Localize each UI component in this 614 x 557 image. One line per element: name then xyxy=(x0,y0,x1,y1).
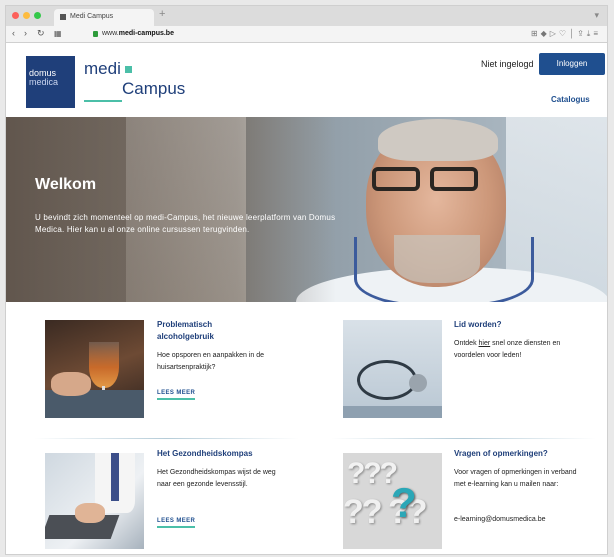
alcohol-desc: Hoe opsporen en aanpakken in de huisarts… xyxy=(157,352,265,371)
reload-icon[interactable]: ↻ xyxy=(37,28,45,39)
alcohol-read-more[interactable]: LEES MEER xyxy=(157,390,196,400)
forward-icon[interactable]: › xyxy=(24,28,27,38)
back-icon[interactable]: ‹ xyxy=(12,28,15,38)
glasses-right xyxy=(430,167,478,191)
new-tab-button[interactable]: + xyxy=(159,8,165,20)
card-divider-left xyxy=(34,438,299,439)
alcohol-title[interactable]: Problematisch alcoholgebruik xyxy=(157,319,257,343)
hero-title: Welkom xyxy=(35,176,97,193)
tab-bar: Medi Campus + ▾ xyxy=(6,6,607,26)
maximize-window-icon[interactable] xyxy=(34,12,41,19)
lid-title[interactable]: Lid worden? xyxy=(454,319,574,331)
minimize-window-icon[interactable] xyxy=(23,12,30,19)
login-status: Niet ingelogd xyxy=(481,59,534,69)
logo-underline xyxy=(84,100,122,102)
lock-icon xyxy=(93,31,98,37)
lid-desc: Ontdek hier snel onze diensten en voorde… xyxy=(454,338,584,362)
browser-tab[interactable]: Medi Campus xyxy=(54,9,154,26)
card-divider-right xyxy=(331,438,596,439)
doctor-hair xyxy=(378,119,498,161)
toolbar-icons[interactable]: ⊞◆▷♡│⇪⤓≡ xyxy=(531,29,601,39)
medi-campus-logo[interactable]: medi Campus xyxy=(84,59,194,103)
favicon-icon xyxy=(60,14,66,20)
hero-text: U bevindt zich momenteel op medi-Campus,… xyxy=(35,213,336,234)
hero-banner: Welkom U bevindt zich momenteel op medi-… xyxy=(6,117,607,302)
kompas-read-more[interactable]: LEES MEER xyxy=(157,518,196,528)
hero-overlay xyxy=(6,117,336,302)
alcohol-image[interactable] xyxy=(45,320,144,418)
logo-square-icon xyxy=(125,66,132,73)
kompas-desc: Het Gezondheidskompas wijst de weg naar … xyxy=(157,469,276,488)
stethoscope xyxy=(354,237,534,302)
kompas-title[interactable]: Het Gezondheidskompas xyxy=(157,448,287,460)
domus-medica-logo[interactable]: domus medica xyxy=(26,56,75,108)
close-window-icon[interactable] xyxy=(12,12,19,19)
logo-medi: medi xyxy=(84,59,121,78)
url-domain: medi-campus.be xyxy=(118,30,174,37)
logo-line2: medica xyxy=(29,77,59,87)
vragen-desc: Voor vragen of opmerkingen in verband me… xyxy=(454,469,577,488)
address-bar: ‹ › ↻ ▦ www.medi-campus.be ⊞◆▷♡│⇪⤓≡ xyxy=(6,26,607,43)
vragen-email[interactable]: e-learning@domusmedica.be xyxy=(454,514,604,526)
login-button[interactable]: Inloggen xyxy=(539,53,605,75)
stethoscope-image[interactable] xyxy=(343,320,442,418)
browser-window: Medi Campus + ▾ ‹ › ↻ ▦ www.medi-campus.… xyxy=(5,5,608,555)
url-prefix: www. xyxy=(102,30,119,37)
grid-icon[interactable]: ▦ xyxy=(54,29,62,38)
gezondheidskompas-image[interactable] xyxy=(45,453,144,549)
lid-link[interactable]: hier xyxy=(479,340,491,347)
tab-title: Medi Campus xyxy=(70,13,114,20)
question-marks-image[interactable]: ??? ?? ?? ? xyxy=(343,453,442,549)
nav-catalogus[interactable]: Catalogus xyxy=(551,95,590,104)
lid-desc-pre: Ontdek xyxy=(454,340,479,347)
tab-overflow-icon[interactable]: ▾ xyxy=(594,10,599,21)
logo-campus: Campus xyxy=(122,79,186,98)
vragen-title[interactable]: Vragen of opmerkingen? xyxy=(454,448,594,460)
url-field[interactable]: www.medi-campus.be xyxy=(102,30,174,37)
site-header: domus medica medi Campus Niet ingelogd I… xyxy=(6,43,607,117)
glasses-left xyxy=(372,167,420,191)
